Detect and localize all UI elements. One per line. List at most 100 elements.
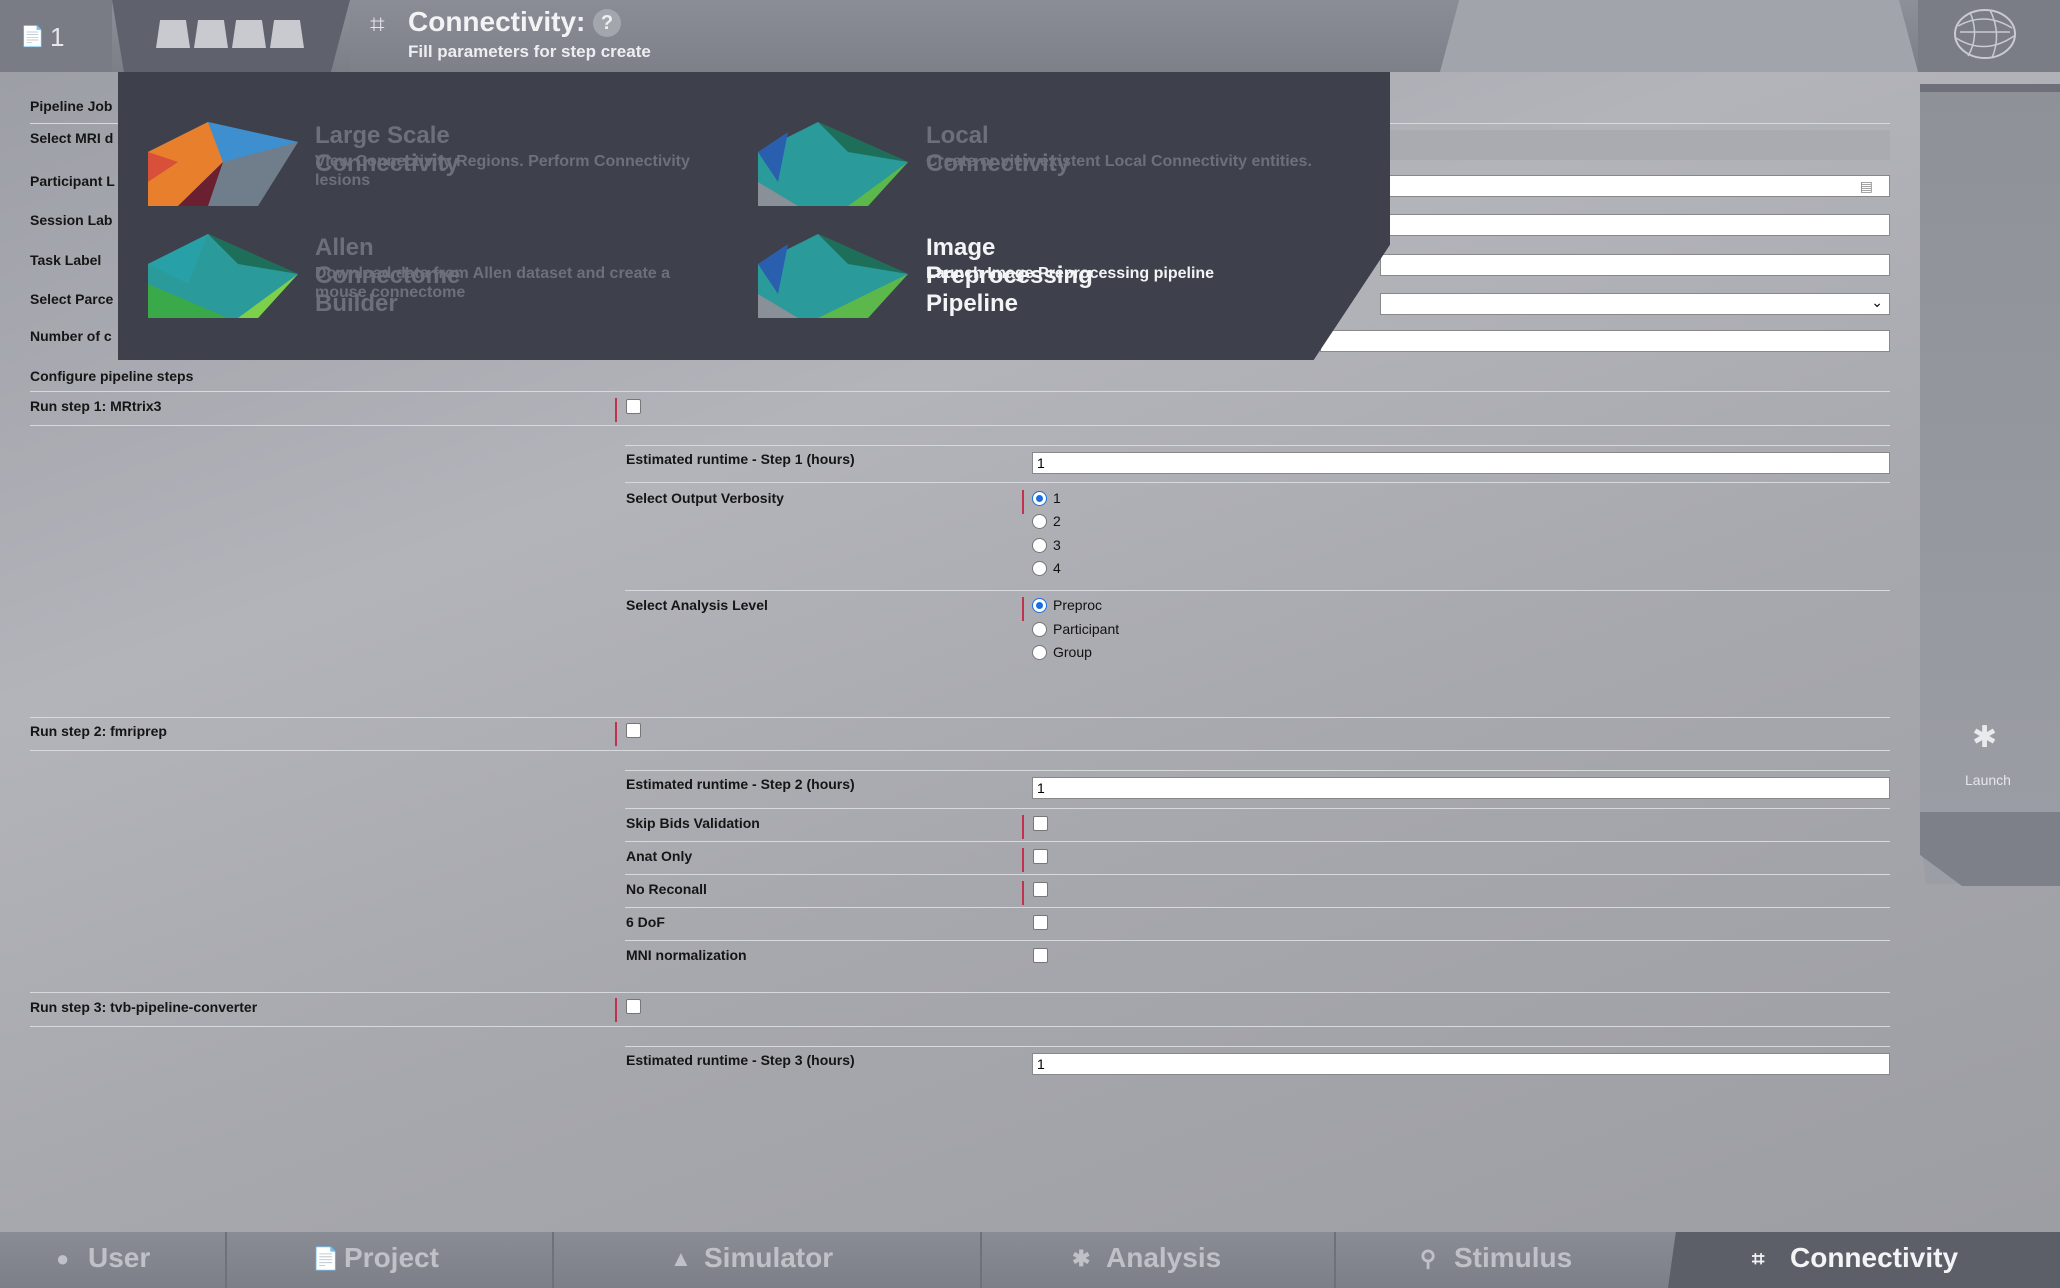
nav-label: Simulator <box>704 1242 834 1273</box>
page-title: Connectivity: <box>408 6 586 37</box>
connectivity-icon: ⌗ <box>370 9 385 39</box>
step2-runtime-label: Estimated runtime - Step 2 (hours) <box>626 776 855 792</box>
step1-runtime-label: Estimated runtime - Step 1 (hours) <box>626 451 855 467</box>
image-preprocessing-icon <box>758 234 908 318</box>
step1-checkbox[interactable] <box>626 399 641 414</box>
task-input[interactable] <box>1380 254 1890 276</box>
mri-data-select[interactable] <box>1380 130 1890 160</box>
required-marker <box>1022 881 1024 905</box>
mni-checkbox[interactable] <box>1033 948 1048 963</box>
local-connectivity-icon <box>758 122 908 206</box>
parcellation-label: Select Parce <box>30 291 114 307</box>
divider <box>30 749 1890 751</box>
divider <box>625 481 1890 483</box>
nav-separator <box>225 1232 227 1288</box>
number-input[interactable] <box>1320 330 1890 352</box>
menu-grid-icon <box>232 20 266 48</box>
required-marker <box>615 722 617 746</box>
verbosity-radio-1[interactable] <box>1032 491 1047 506</box>
divider <box>625 1045 1890 1047</box>
required-marker <box>1022 815 1024 839</box>
number-label: Number of c <box>30 328 112 344</box>
dof6-label: 6 DoF <box>626 914 665 930</box>
step3-runtime-label: Estimated runtime - Step 3 (hours) <box>626 1052 855 1068</box>
nav-label: Stimulus <box>1454 1242 1573 1273</box>
verbosity-option-label: 4 <box>1053 560 1061 576</box>
nav-separator <box>1334 1232 1336 1288</box>
location-pin-icon: ⚲ <box>1420 1246 1437 1271</box>
launch-panel-top <box>1920 84 2060 92</box>
connectivity-icon: ⌗ <box>1752 1246 1765 1271</box>
analysis-radio-preproc[interactable] <box>1032 598 1047 613</box>
analysis-option-label: Participant <box>1053 621 1120 637</box>
task-label: Task Label <box>30 252 102 268</box>
verbosity-radio-3[interactable] <box>1032 538 1047 553</box>
step1-runtime-input[interactable]: 1 <box>1032 452 1890 474</box>
divider <box>625 840 1890 842</box>
analysis-level-label: Select Analysis Level <box>626 597 768 613</box>
participant-input[interactable]: ▤ <box>1380 175 1890 197</box>
menu-toggle-button[interactable] <box>112 0 350 72</box>
analysis-radio-participant[interactable] <box>1032 622 1047 637</box>
session-input[interactable] <box>1380 214 1890 236</box>
mni-label: MNI normalization <box>626 947 747 963</box>
launch-button[interactable]: Launch <box>1965 772 2011 788</box>
divider <box>30 991 1890 993</box>
required-marker <box>1022 597 1024 621</box>
analysis-radio-group[interactable] <box>1032 645 1047 660</box>
verbosity-option-label: 1 <box>1053 490 1061 506</box>
user-icon: ● <box>56 1246 70 1271</box>
required-marker <box>1022 490 1024 514</box>
step2-label: Run step 2: fmriprep <box>30 723 167 739</box>
step1-runtime-value: 1 <box>1037 455 1045 471</box>
connectivity-menu-dropdown: Large Scale Connectivity View Connectivi… <box>118 72 1390 360</box>
nav-label: Project <box>344 1242 439 1273</box>
divider <box>625 444 1890 446</box>
step3-label: Run step 3: tvb-pipeline-converter <box>30 999 258 1015</box>
required-marker <box>615 998 617 1022</box>
rocket-icon: ▲ <box>670 1246 692 1271</box>
menu-item-desc: View Connectivity Regions. Perform Conne… <box>315 153 690 189</box>
no-reconall-checkbox[interactable] <box>1033 882 1048 897</box>
step2-checkbox[interactable] <box>626 723 641 738</box>
session-label: Session Lab <box>30 212 113 228</box>
list-icon[interactable]: ▤ <box>1860 178 1873 195</box>
menu-item-desc: Download data from Allen dataset and cre… <box>315 265 671 301</box>
launch-panel <box>1920 84 2060 884</box>
divider <box>625 906 1890 908</box>
nav-label: User <box>88 1242 151 1273</box>
document-icon: 📄 <box>20 26 45 48</box>
step2-runtime-value: 1 <box>1037 780 1045 796</box>
large-scale-connectivity-icon <box>148 122 298 206</box>
anat-only-label: Anat Only <box>626 848 693 864</box>
nav-separator <box>552 1232 554 1288</box>
dof6-checkbox[interactable] <box>1033 915 1048 930</box>
document-icon: 📄 <box>312 1246 340 1271</box>
participant-label: Participant L <box>30 173 115 189</box>
pipeline-job-label: Pipeline Job <box>30 98 113 114</box>
gear-icon: ✱ <box>1072 1246 1091 1271</box>
step3-checkbox[interactable] <box>626 999 641 1014</box>
divider <box>625 807 1890 809</box>
menu-grid-icon <box>270 20 304 48</box>
step2-runtime-input[interactable]: 1 <box>1032 777 1890 799</box>
nav-label: Analysis <box>1106 1242 1222 1273</box>
divider <box>30 390 1890 392</box>
parcellation-select[interactable]: ⌄ <box>1380 293 1890 315</box>
divider <box>625 769 1890 771</box>
analysis-option-label: Preproc <box>1053 597 1103 613</box>
verbosity-radio-4[interactable] <box>1032 561 1047 576</box>
anat-only-checkbox[interactable] <box>1033 849 1048 864</box>
verbosity-radio-2[interactable] <box>1032 514 1047 529</box>
required-marker <box>1022 848 1024 872</box>
skip-bids-label: Skip Bids Validation <box>626 815 760 831</box>
gear-icon[interactable]: ✱ <box>1972 720 1997 755</box>
configure-steps-label: Configure pipeline steps <box>30 368 194 384</box>
verbosity-option-label: 3 <box>1053 537 1061 553</box>
help-icon[interactable]: ? <box>593 9 621 37</box>
divider <box>30 1025 1890 1027</box>
divider <box>625 589 1890 591</box>
brain-logo-icon <box>1954 9 2016 59</box>
step3-runtime-input[interactable]: 1 <box>1032 1053 1890 1075</box>
skip-bids-checkbox[interactable] <box>1033 816 1048 831</box>
